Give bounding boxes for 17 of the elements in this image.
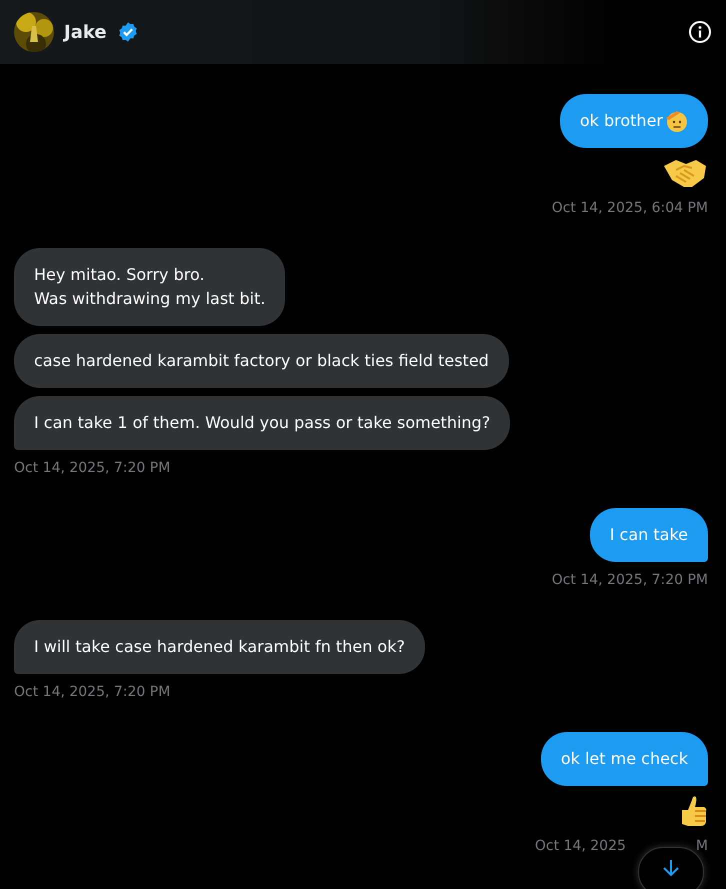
info-icon[interactable]	[688, 20, 712, 44]
received-message: I will take case hardened karambit fn then ok?	[14, 620, 425, 674]
message-timestamp: Oct 14, 2025, 7:20 PM	[14, 684, 170, 700]
saluting-face-icon	[664, 109, 688, 133]
message-timestamp: Oct 14, 2025, 6:04 PM	[552, 200, 708, 216]
received-message: case hardened karambit factory or black ties field tested	[14, 334, 509, 388]
arrow-down-icon	[662, 858, 680, 878]
message-timestamp: Oct 14, 2025	[534, 838, 626, 854]
message-timestamp: Oct 14, 2025, 7:20 PM	[552, 572, 708, 588]
sent-message: ok let me check	[540, 732, 708, 786]
received-message: Hey mitao. Sorry bro. Was withdrawing my last bit.	[14, 248, 286, 326]
message-timestamp: M	[696, 838, 708, 854]
received-message: I can take 1 of them. Would you pass or take something?	[14, 396, 510, 450]
message-text: ok brother	[580, 110, 663, 132]
message-timestamp: Oct 14, 2025, 7:20 PM	[14, 460, 170, 476]
sent-message: I can take	[590, 508, 708, 562]
contact-name: Jake	[64, 22, 107, 42]
